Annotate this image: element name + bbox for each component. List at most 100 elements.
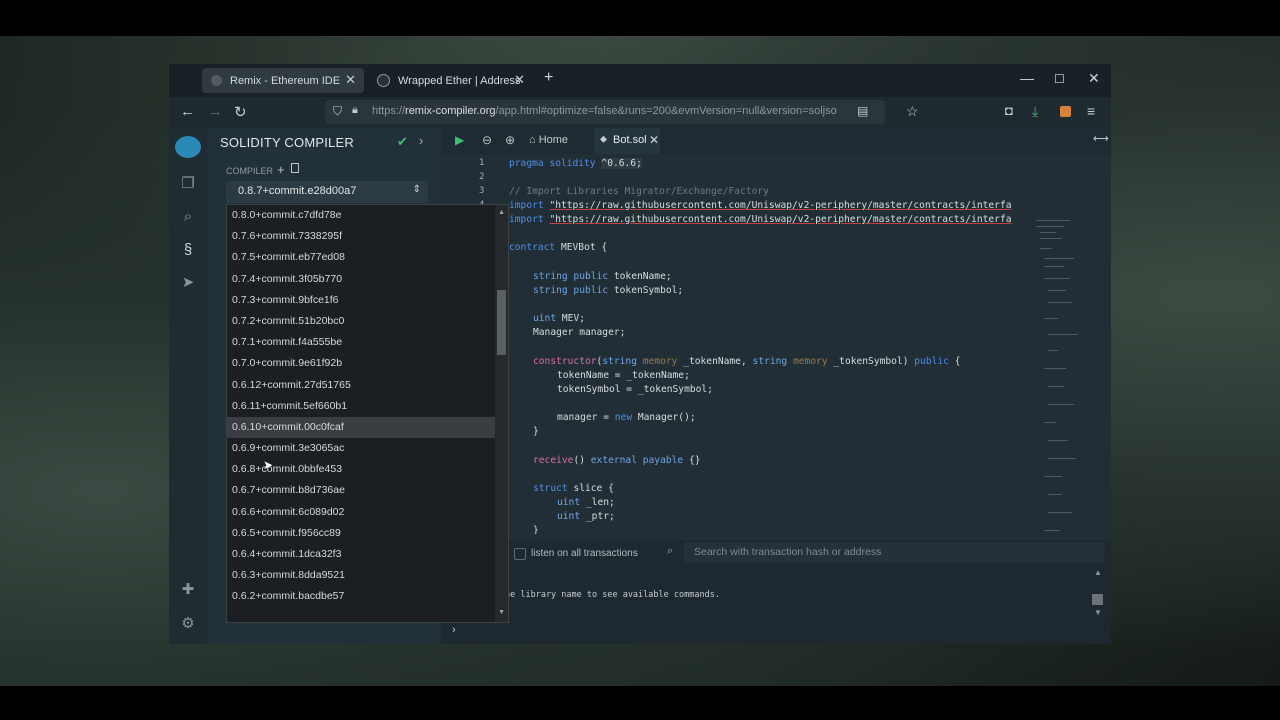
- tab-bot-sol[interactable]: ⬥ Bot.sol ✕: [594, 128, 660, 154]
- code-line: uint _len;: [557, 497, 615, 508]
- maximize-button[interactable]: ☐: [1054, 72, 1065, 86]
- version-option[interactable]: 0.6.7+commit.b8d736ae: [227, 480, 508, 501]
- scroll-down-icon[interactable]: ▼: [498, 609, 505, 616]
- code-line: tokenSymbol = _tokenSymbol;: [557, 384, 713, 395]
- version-option[interactable]: 0.6.12+commit.27d51765: [227, 375, 508, 396]
- version-option[interactable]: 0.7.1+commit.f4a555be: [227, 332, 508, 353]
- compiler-version-dropdown[interactable]: 0.8.0+commit.c7dfd78e 0.7.6+commit.733829…: [226, 204, 509, 623]
- version-option[interactable]: 0.7.3+commit.9bfce1f6: [227, 290, 508, 311]
- file-explorer-icon[interactable]: ❐: [169, 174, 207, 192]
- document-icon[interactable]: [291, 163, 299, 173]
- version-option[interactable]: 0.7.6+commit.7338295f: [227, 226, 508, 247]
- forward-arrow-icon[interactable]: →: [208, 103, 223, 120]
- panel-title: SOLIDITY COMPILER: [220, 135, 354, 150]
- listen-checkbox[interactable]: [514, 548, 526, 560]
- transaction-search-input[interactable]: Search with transaction hash or address: [684, 542, 1104, 563]
- browser-nav-bar: ← → ↻ ⛉ 🔒︎ https://remix-compiler.org/ap…: [169, 97, 1111, 129]
- version-option[interactable]: 0.6.5+commit.f956cc89: [227, 523, 508, 544]
- remix-icon-panel: ❐ ⌕ § ➤ ✚ ⚙: [169, 128, 207, 644]
- run-compile-icon[interactable]: ▶: [455, 133, 464, 147]
- code-line: Manager manager;: [533, 327, 626, 338]
- add-compiler-icon[interactable]: +: [277, 162, 285, 177]
- search-placeholder: Search with transaction hash or address: [694, 546, 882, 558]
- code-line: }: [533, 525, 539, 534]
- version-option[interactable]: 0.7.2+commit.51b20bc0: [227, 311, 508, 332]
- shield-icon[interactable]: ⛉: [333, 104, 342, 119]
- minimize-button[interactable]: —: [1020, 70, 1034, 86]
- scroll-up-icon[interactable]: ▲: [1094, 568, 1102, 577]
- terminal-toolbar: listen on all transactions ⌕ Search with…: [441, 540, 1111, 566]
- home-label: Home: [538, 134, 569, 146]
- code-line: string public tokenSymbol;: [533, 285, 684, 296]
- version-option[interactable]: 0.6.4+commit.1dca32f3: [227, 544, 508, 565]
- version-option[interactable]: 0.6.2+commit.bacdbe57: [227, 586, 508, 607]
- tab-label: Remix - Ethereum IDE: [230, 74, 341, 87]
- editor-tab-bar: ▶ ⊖ ⊕ ⌂ Home ⬥ Bot.sol ✕ ⟷: [441, 128, 1111, 154]
- version-option[interactable]: 0.7.0+commit.9e61f92b: [227, 353, 508, 374]
- reader-view-icon[interactable]: ▤: [857, 104, 868, 118]
- deploy-run-icon[interactable]: ➤: [169, 273, 207, 291]
- version-option[interactable]: 0.6.10+commit.00c0fcaf: [227, 416, 495, 439]
- zoom-out-icon[interactable]: ⊖: [482, 133, 492, 147]
- new-tab-button[interactable]: +: [544, 69, 553, 87]
- version-option[interactable]: 0.6.11+commit.5ef660b1: [227, 396, 508, 417]
- terminal-scrollbar[interactable]: [1092, 594, 1103, 605]
- version-list: 0.8.0+commit.c7dfd78e 0.7.6+commit.733829…: [227, 205, 508, 608]
- code-line: }: [533, 426, 539, 437]
- version-option[interactable]: 0.7.5+commit.eb77ed08: [227, 247, 508, 268]
- remix-logo-icon[interactable]: [175, 136, 201, 158]
- lock-icon[interactable]: 🔒︎: [352, 104, 358, 117]
- browser-tab-remix[interactable]: Remix - Ethereum IDE ✕: [202, 68, 364, 93]
- code-line: // Import Libraries Migrator/Exchange/Fa…: [509, 186, 769, 197]
- browser-tab-etherscan[interactable]: Wrapped Ether | Address 0xc02a ✕: [368, 68, 533, 93]
- scroll-up-icon[interactable]: ▲: [498, 209, 505, 216]
- version-option[interactable]: 0.6.3+commit.8dda9521: [227, 565, 508, 586]
- code-line: import "https://raw.githubusercontent.co…: [509, 214, 1012, 225]
- close-window-button[interactable]: ✕: [1088, 70, 1100, 87]
- dropdown-scrollbar[interactable]: ▲ ▼: [495, 205, 508, 622]
- zoom-in-icon[interactable]: ⊕: [505, 133, 515, 147]
- version-option[interactable]: 0.6.6+commit.6c089d02: [227, 502, 508, 523]
- scrollbar-thumb[interactable]: [497, 290, 506, 355]
- code-line: constructor(string memory _tokenName, st…: [533, 356, 961, 367]
- metamask-extension-icon[interactable]: [1060, 106, 1071, 117]
- chevron-right-icon[interactable]: ›: [419, 133, 423, 148]
- code-line: manager = new Manager();: [557, 412, 696, 423]
- search-icon[interactable]: ⌕: [169, 208, 207, 225]
- version-option[interactable]: 0.8.0+commit.c7dfd78e: [227, 205, 508, 226]
- close-file-icon[interactable]: ✕: [649, 133, 659, 147]
- compiler-label: COMPILER: [226, 166, 274, 176]
- terminal-prompt-icon: ›: [452, 624, 456, 636]
- bookmark-star-icon[interactable]: ☆: [906, 103, 919, 120]
- code-line: uint MEV;: [533, 313, 585, 324]
- menu-icon[interactable]: ≡: [1087, 103, 1095, 119]
- close-tab-icon[interactable]: ✕: [514, 72, 525, 88]
- url-text[interactable]: https://remix-compiler.org/app.html#opti…: [372, 105, 837, 117]
- code-line: uint _ptr;: [557, 511, 615, 522]
- solidity-compiler-icon[interactable]: §: [169, 241, 207, 258]
- code-editor[interactable]: pragma solidity ^0.6.6; // Import Librar…: [509, 154, 1027, 534]
- code-line: tokenName = _tokenName;: [557, 370, 690, 381]
- plugin-manager-icon[interactable]: ✚: [169, 580, 207, 598]
- expand-icon[interactable]: ⟷: [1093, 132, 1109, 145]
- code-line: receive() external payable {}: [533, 455, 701, 466]
- tab-home[interactable]: ⌂ Home: [529, 134, 568, 146]
- version-option[interactable]: 0.6.9+commit.3e3065ac: [227, 438, 508, 459]
- listen-label: listen on all transactions: [531, 548, 638, 559]
- download-icon[interactable]: ⤓: [1032, 103, 1038, 120]
- tab-label: Wrapped Ether | Address 0xc02a: [398, 74, 520, 87]
- selected-version: 0.8.7+commit.e28d00a7: [238, 185, 357, 197]
- mouse-cursor-icon: ➤: [263, 458, 274, 472]
- search-icon: ⌕: [667, 545, 674, 557]
- compiler-version-select[interactable]: 0.8.7+commit.e28d00a7 ⇕: [226, 181, 428, 203]
- scroll-down-icon[interactable]: ▼: [1094, 608, 1102, 617]
- file-tab-label: Bot.sol: [613, 134, 647, 146]
- pocket-icon[interactable]: ◘: [1005, 103, 1013, 118]
- settings-gear-icon[interactable]: ⚙: [169, 614, 207, 632]
- back-arrow-icon[interactable]: ←: [180, 103, 195, 120]
- reload-icon[interactable]: ↻: [234, 103, 247, 121]
- close-tab-icon[interactable]: ✕: [345, 72, 356, 88]
- url-bar[interactable]: ⛉ 🔒︎ https://remix-compiler.org/app.html…: [325, 100, 885, 124]
- version-option[interactable]: 0.7.4+commit.3f05b770: [227, 269, 508, 290]
- line-number: 3: [479, 186, 485, 196]
